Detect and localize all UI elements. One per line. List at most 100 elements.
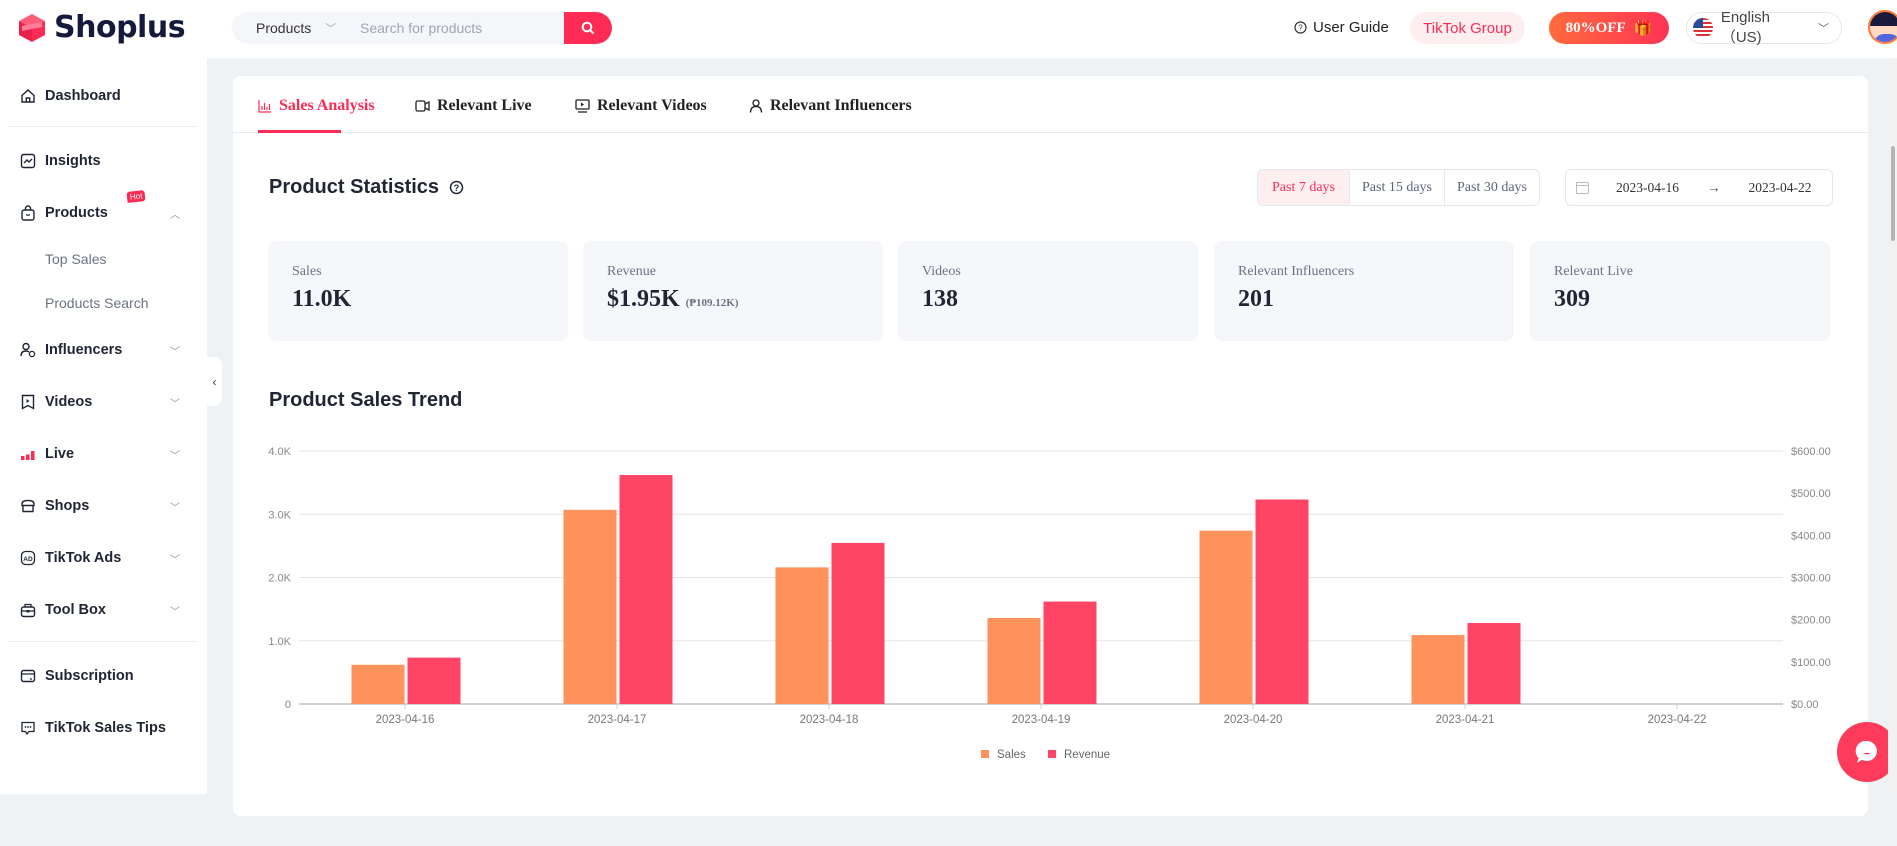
video-icon [20, 394, 36, 410]
sidebar-item-live[interactable]: Live ﹀ [20, 446, 180, 462]
promo-discount-button[interactable]: 80%OFF 🎁 [1549, 12, 1669, 44]
search-button[interactable] [564, 12, 612, 44]
sidebar-item-label: Live [45, 446, 75, 462]
bar-revenue [407, 657, 461, 704]
svg-text:AD: AD [23, 556, 33, 563]
sidebar-item-insights[interactable]: Insights [20, 153, 180, 169]
right-axis-tick-label: $100.00 [1791, 657, 1831, 669]
search-category-select[interactable]: Products ﹀ [232, 20, 360, 36]
person-icon [749, 99, 763, 113]
x-axis-ticks: 2023-04-16 2023-04-17 2023-04-18 2023-04-19… [376, 704, 1707, 726]
period-30-days-button[interactable]: Past 30 days [1444, 170, 1539, 205]
help-icon[interactable]: ? [449, 180, 464, 195]
chat-bubble-icon [1855, 740, 1877, 763]
sidebar-item-products[interactable]: Products Hot ︿ [20, 190, 180, 221]
tiktok-group-button[interactable]: TikTok Group [1410, 12, 1525, 44]
us-flag-icon [1693, 18, 1713, 38]
arrow-right-icon: → [1707, 179, 1721, 195]
sidebar-subitem-top-sales[interactable]: Top Sales [45, 251, 106, 267]
tab-relevant-live[interactable]: Relevant Live [415, 96, 532, 116]
sidebar-item-tiktok-sales-tips[interactable]: TikTok Sales Tips [20, 720, 180, 736]
sidebar-item-label: Products [45, 205, 108, 221]
period-7-days-button[interactable]: Past 7 days [1258, 170, 1349, 205]
sidebar-item-label: Subscription [45, 668, 134, 684]
user-avatar[interactable] [1868, 10, 1897, 44]
sidebar-item-influencers[interactable]: Influencers ﹀ [20, 342, 180, 358]
svg-text:?: ? [1298, 24, 1303, 33]
sidebar-divider [7, 126, 197, 127]
date-start[interactable]: 2023-04-16 [1616, 180, 1679, 196]
live-camera-icon [415, 100, 430, 112]
chevron-down-icon: ﹀ [170, 502, 180, 514]
sidebar-divider [7, 641, 197, 642]
active-tab-indicator [258, 130, 341, 133]
bar-sales [775, 567, 829, 704]
user-guide-link[interactable]: ? User Guide [1294, 19, 1389, 36]
tab-label: Relevant Videos [597, 97, 707, 114]
bar-sales [1199, 530, 1253, 704]
brand-name: Shoplus [54, 10, 186, 45]
page-scrollbar[interactable] [1888, 58, 1897, 794]
left-axis-tick-label: 1.0K [268, 636, 291, 648]
bar-revenue [1043, 601, 1097, 704]
bag-icon [20, 205, 36, 221]
scrollbar-thumb[interactable] [1891, 146, 1895, 241]
sidebar-subitem-products-search[interactable]: Products Search [45, 295, 149, 311]
sidebar-item-label: Influencers [45, 342, 123, 358]
sidebar-item-videos[interactable]: Videos ﹀ [20, 394, 180, 410]
language-label: English（US) [1720, 9, 1771, 46]
date-end[interactable]: 2023-04-22 [1749, 180, 1812, 196]
tab-bar: Sales Analysis Relevant Live Relevant Vi… [233, 76, 1868, 133]
sidebar-item-subscription[interactable]: Subscription [20, 668, 180, 684]
legend-label-revenue: Revenue [1064, 749, 1110, 761]
chart-bars [351, 475, 1521, 704]
language-select[interactable]: English（US) ﹀ [1686, 9, 1842, 46]
question-circle-icon: ? [1294, 21, 1307, 34]
promo-label: 80%OFF [1565, 19, 1626, 36]
x-axis-tick-label: 2023-04-17 [588, 714, 647, 726]
tab-relevant-influencers[interactable]: Relevant Influencers [749, 96, 912, 116]
chevron-up-icon: ︿ [170, 209, 180, 221]
sidebar-item-dashboard[interactable]: Dashboard [20, 88, 180, 104]
left-axis-ticks: 0 1.0K 2.0K 3.0K 4.0K [268, 446, 291, 711]
stat-value: 201 [1238, 286, 1274, 312]
tab-sales-analysis[interactable]: Sales Analysis [258, 96, 375, 116]
tab-label: Sales Analysis [279, 97, 375, 114]
search-input[interactable] [360, 20, 560, 36]
user-icon [20, 342, 36, 358]
card-icon [20, 668, 36, 684]
stat-card-relevant-influencers: Relevant Influencers 201 [1214, 241, 1514, 341]
right-axis-tick-label: $200.00 [1791, 615, 1831, 627]
x-axis-tick-label: 2023-04-20 [1224, 714, 1283, 726]
message-icon [20, 720, 36, 736]
period-15-days-button[interactable]: Past 15 days [1349, 170, 1444, 205]
home-icon [20, 88, 36, 104]
sidebar-item-label: TikTok Ads [45, 550, 122, 566]
stat-label: Relevant Live [1554, 264, 1633, 279]
chevron-down-icon: ﹀ [170, 398, 180, 410]
stat-label: Relevant Influencers [1238, 264, 1355, 279]
chart-legend: Sales Revenue [981, 749, 1110, 761]
x-axis-tick-label: 2023-04-21 [1436, 714, 1495, 726]
x-axis-tick-label: 2023-04-22 [1648, 714, 1707, 726]
sidebar-item-tiktok-ads[interactable]: AD TikTok Ads ﹀ [20, 550, 180, 566]
brand-logo[interactable]: Shoplus [16, 10, 186, 45]
legend-label-sales: Sales [997, 749, 1026, 761]
date-range-picker[interactable]: 2023-04-16 → 2023-04-22 [1565, 169, 1833, 206]
sidebar-item-label: Dashboard [45, 88, 121, 104]
x-axis-tick-label: 2023-04-19 [1012, 714, 1071, 726]
right-axis-tick-label: $0.00 [1791, 699, 1819, 711]
chevron-down-icon: ﹀ [170, 346, 180, 358]
video-screen-icon [575, 99, 590, 113]
stat-label: Revenue [607, 264, 656, 279]
tab-relevant-videos[interactable]: Relevant Videos [575, 96, 707, 116]
shop-icon [20, 498, 36, 514]
tab-label: Relevant Influencers [770, 97, 912, 114]
period-selector: Past 7 days Past 15 days Past 30 days [1257, 169, 1540, 206]
sidebar-item-shops[interactable]: Shops ﹀ [20, 498, 180, 514]
sidebar-item-label: Shops [45, 498, 90, 514]
sidebar-item-tool-box[interactable]: Tool Box ﹀ [20, 602, 180, 618]
sidebar-collapse-button[interactable]: ‹ [207, 357, 222, 406]
bar-revenue [1467, 623, 1521, 704]
sidebar-item-label: TikTok Sales Tips [45, 720, 166, 736]
